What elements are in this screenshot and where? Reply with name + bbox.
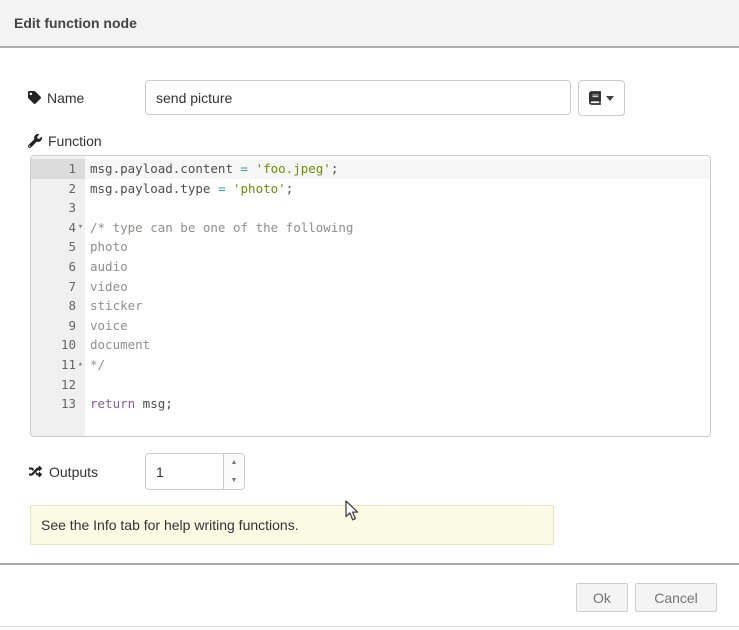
editor-line[interactable]: 5photo (31, 237, 710, 257)
editor-lines: 1msg.payload.content = 'foo.jpeg';2msg.p… (31, 159, 710, 414)
outputs-field-label: Outputs (28, 453, 98, 490)
editor-line[interactable]: 6audio (31, 257, 710, 277)
editor-line[interactable]: 10document (31, 335, 710, 355)
fold-open-icon[interactable]: ▾ (76, 218, 85, 238)
function-label: Function (48, 133, 102, 149)
editor-line-number: 8 (31, 296, 85, 316)
spinner-buttons: ▲ ▼ (223, 454, 244, 489)
editor-line-number: 12 (31, 375, 85, 395)
spinner-down-button[interactable]: ▼ (224, 472, 244, 490)
info-tip-text: See the Info tab for help writing functi… (41, 517, 299, 533)
editor-line-number: 7 (31, 277, 85, 297)
editor-line-number: 3 (31, 198, 85, 218)
dialog-title: Edit function node (14, 15, 137, 31)
footer-separator (0, 563, 739, 565)
editor-line[interactable]: 8sticker (31, 296, 710, 316)
editor-line-number: 13 (31, 394, 85, 414)
edit-function-dialog: Edit function node Name Function 1msg.pa… (0, 0, 739, 630)
editor-line-number: 5 (31, 237, 85, 257)
fold-close-icon[interactable]: ▴ (76, 355, 85, 375)
shuffle-icon (28, 465, 43, 478)
editor-code-text: return msg; (85, 394, 710, 414)
editor-code-text: msg.payload.content = 'foo.jpeg'; (85, 159, 710, 179)
dialog-bottom-edge (0, 626, 739, 627)
editor-line[interactable]: 12 (31, 375, 710, 395)
editor-code-text (85, 375, 710, 395)
name-input[interactable] (145, 80, 571, 115)
function-field-label: Function (28, 132, 102, 150)
spinner-up-button[interactable]: ▲ (224, 454, 244, 472)
editor-code-text: document (85, 335, 710, 355)
editor-code-text: voice (85, 316, 710, 336)
caret-down-icon (606, 96, 614, 101)
editor-line[interactable]: 2msg.payload.type = 'photo'; (31, 179, 710, 199)
editor-line-number: 2 (31, 179, 85, 199)
editor-line-number: 4▾ (31, 218, 85, 238)
editor-line[interactable]: 3 (31, 198, 710, 218)
editor-line[interactable]: 9voice (31, 316, 710, 336)
editor-code-text: */ (85, 355, 710, 375)
dialog-header: Edit function node (0, 0, 739, 48)
editor-line-number: 1 (31, 159, 85, 179)
cancel-button[interactable]: Cancel (635, 583, 717, 612)
info-tip: See the Info tab for help writing functi… (30, 505, 554, 545)
name-label: Name (47, 90, 84, 106)
code-editor[interactable]: 1msg.payload.content = 'foo.jpeg';2msg.p… (30, 155, 711, 437)
outputs-input[interactable] (146, 454, 223, 489)
outputs-spinner: ▲ ▼ (145, 453, 245, 490)
editor-line[interactable]: 11▴*/ (31, 355, 710, 375)
editor-code-text: sticker (85, 296, 710, 316)
library-button[interactable] (578, 80, 625, 116)
editor-code-text: msg.payload.type = 'photo'; (85, 179, 710, 199)
editor-line[interactable]: 7video (31, 277, 710, 297)
editor-code-text (85, 198, 710, 218)
editor-line[interactable]: 13return msg; (31, 394, 710, 414)
editor-code-text: photo (85, 237, 710, 257)
editor-code-text: audio (85, 257, 710, 277)
editor-line[interactable]: 4▾/* type can be one of the following (31, 218, 710, 238)
outputs-label: Outputs (49, 464, 98, 480)
book-icon (589, 91, 601, 105)
editor-code-text: /* type can be one of the following (85, 218, 710, 238)
editor-line-number: 6 (31, 257, 85, 277)
wrench-icon (28, 134, 42, 148)
name-field-label: Name (28, 80, 84, 115)
tag-icon (28, 91, 41, 104)
editor-line-number: 10 (31, 335, 85, 355)
editor-line-number: 11▴ (31, 355, 85, 375)
editor-line[interactable]: 1msg.payload.content = 'foo.jpeg'; (31, 159, 710, 179)
editor-line-number: 9 (31, 316, 85, 336)
editor-code-text: video (85, 277, 710, 297)
ok-button[interactable]: Ok (576, 583, 628, 612)
